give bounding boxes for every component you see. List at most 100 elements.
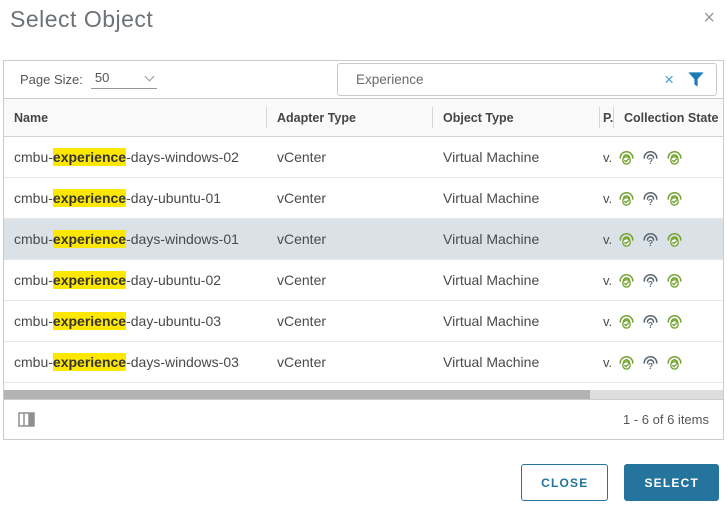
- row-adapter-type: vCenter: [277, 313, 327, 329]
- page-size-label: Page Size:: [20, 72, 83, 87]
- search-input[interactable]: [349, 72, 665, 87]
- row-name-highlight: experience: [52, 271, 127, 289]
- collection-ok-icon: [666, 272, 683, 289]
- table-row[interactable]: cmbu-experience -day-ubuntu-02 vCenter Vi…: [4, 260, 723, 301]
- svg-text:?: ?: [648, 319, 653, 329]
- row-policy: v.: [603, 313, 613, 329]
- row-name-cell: cmbu-experience -days-windows-03: [4, 342, 267, 382]
- row-adapter-type: vCenter: [277, 149, 327, 165]
- chevron-down-icon: [144, 71, 155, 81]
- collection-state-icons: ?: [614, 178, 723, 218]
- collection-ok-icon: [618, 149, 635, 166]
- collection-state-icons: ?: [614, 342, 723, 382]
- table-row[interactable]: cmbu-experience -day-ubuntu-03 vCenter Vi…: [4, 301, 723, 342]
- row-policy: v.: [603, 149, 613, 165]
- collection-ok-icon: [666, 190, 683, 207]
- page-size-select[interactable]: 50: [90, 70, 157, 89]
- row-name-suffix: -days-windows-01: [126, 231, 239, 247]
- column-header-name[interactable]: Name: [4, 99, 267, 136]
- table-body: cmbu-experience -days-windows-02 vCenter …: [4, 137, 723, 390]
- collection-ok-icon: [618, 313, 635, 330]
- row-adapter-type: vCenter: [277, 272, 327, 288]
- collection-ok-icon: [618, 272, 635, 289]
- row-policy: v.: [603, 272, 613, 288]
- collection-unknown-icon: ?: [642, 190, 659, 207]
- table-row[interactable]: cmbu-experience -days-windows-03 vCenter …: [4, 342, 723, 383]
- row-name-cell: cmbu-experience -day-ubuntu-02: [4, 260, 267, 300]
- table-row[interactable]: cmbu-experience -days-windows-02 vCenter …: [4, 137, 723, 178]
- scrollbar-thumb[interactable]: [4, 390, 590, 399]
- collection-ok-icon: [618, 354, 635, 371]
- filter-icon[interactable]: [687, 71, 705, 88]
- row-adapter-type: vCenter: [277, 354, 327, 370]
- row-name-highlight: experience: [52, 230, 127, 248]
- row-name-suffix: -days-windows-02: [126, 149, 239, 165]
- collection-state-icons: ?: [614, 301, 723, 341]
- search-box: ×: [337, 63, 717, 96]
- clear-search-icon[interactable]: ×: [664, 71, 674, 88]
- row-object-type: Virtual Machine: [443, 149, 540, 165]
- row-object-type: Virtual Machine: [443, 313, 540, 329]
- page-size-value: 50: [94, 70, 110, 85]
- row-policy: v.: [603, 354, 613, 370]
- collection-ok-icon: [666, 313, 683, 330]
- row-policy: v.: [603, 190, 613, 206]
- row-name-highlight: experience: [52, 148, 127, 166]
- collection-state-icons: ?: [614, 137, 723, 177]
- row-adapter-type: vCenter: [277, 190, 327, 206]
- page-title: Select Object: [10, 6, 154, 32]
- svg-text:?: ?: [648, 237, 653, 247]
- row-name-prefix: cmbu-: [14, 272, 53, 288]
- collection-unknown-icon: ?: [642, 272, 659, 289]
- row-name-suffix: -day-ubuntu-03: [126, 313, 222, 329]
- collection-unknown-icon: ?: [642, 231, 659, 248]
- items-count: 1 - 6 of 6 items: [623, 412, 709, 427]
- collection-ok-icon: [618, 231, 635, 248]
- row-name-prefix: cmbu-: [14, 149, 53, 165]
- row-name-prefix: cmbu-: [14, 231, 53, 247]
- row-adapter-type: vCenter: [277, 231, 327, 247]
- collection-ok-icon: [666, 149, 683, 166]
- horizontal-scrollbar: [4, 390, 723, 399]
- row-name-suffix: -day-ubuntu-01: [126, 190, 222, 206]
- close-button[interactable]: CLOSE: [521, 464, 609, 501]
- table-header: Name Adapter Type Object Type P. Collect…: [4, 99, 723, 137]
- select-object-panel: Page Size: 50 × Name Adapter Type Object…: [3, 60, 724, 440]
- collection-state-icons: ?: [614, 260, 723, 300]
- collection-ok-icon: [618, 190, 635, 207]
- svg-text:?: ?: [648, 155, 653, 165]
- collection-unknown-icon: ?: [642, 354, 659, 371]
- collection-unknown-icon: ?: [642, 313, 659, 330]
- row-name-highlight: experience: [52, 189, 127, 207]
- row-name-cell: cmbu-experience -days-windows-01: [4, 219, 267, 259]
- column-header-policy[interactable]: P.: [600, 99, 614, 136]
- row-name-cell: cmbu-experience -day-ubuntu-01: [4, 178, 267, 218]
- row-object-type: Virtual Machine: [443, 231, 540, 247]
- table-footer: 1 - 6 of 6 items: [4, 399, 723, 439]
- row-name-prefix: cmbu-: [14, 313, 53, 329]
- column-toggle-icon[interactable]: [18, 412, 35, 427]
- row-name-cell: cmbu-experience -day-ubuntu-03: [4, 301, 267, 341]
- table-row[interactable]: cmbu-experience -days-windows-01 vCenter …: [4, 219, 723, 260]
- column-header-collection-state[interactable]: Collection State: [614, 99, 723, 136]
- row-name-prefix: cmbu-: [14, 354, 53, 370]
- collection-ok-icon: [666, 231, 683, 248]
- row-name-cell: cmbu-experience -days-windows-02: [4, 137, 267, 177]
- svg-text:?: ?: [648, 196, 653, 206]
- select-button[interactable]: SELECT: [624, 464, 719, 501]
- collection-ok-icon: [666, 354, 683, 371]
- row-name-suffix: -days-windows-03: [126, 354, 239, 370]
- collection-unknown-icon: ?: [642, 149, 659, 166]
- row-object-type: Virtual Machine: [443, 272, 540, 288]
- column-header-adapter-type[interactable]: Adapter Type: [267, 99, 433, 136]
- close-icon[interactable]: ×: [703, 8, 715, 28]
- svg-text:?: ?: [648, 360, 653, 370]
- collection-state-icons: ?: [614, 219, 723, 259]
- column-header-object-type[interactable]: Object Type: [433, 99, 600, 136]
- row-name-highlight: experience: [52, 312, 127, 330]
- row-name-suffix: -day-ubuntu-02: [126, 272, 222, 288]
- row-name-prefix: cmbu-: [14, 190, 53, 206]
- row-object-type: Virtual Machine: [443, 354, 540, 370]
- table-row[interactable]: cmbu-experience -day-ubuntu-01 vCenter Vi…: [4, 178, 723, 219]
- svg-text:?: ?: [648, 278, 653, 288]
